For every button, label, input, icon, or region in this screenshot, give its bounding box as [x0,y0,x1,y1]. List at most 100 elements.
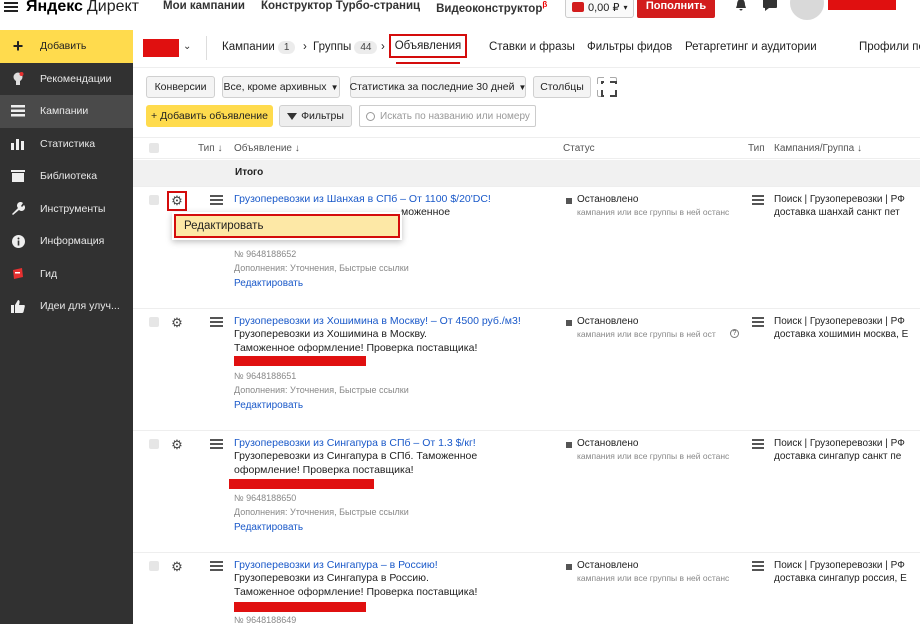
groups-count: 44 [354,41,378,54]
nav-my-campaigns[interactable]: Мои кампании [163,0,245,15]
status-sub: кампания или все группы в ней останс [577,207,730,217]
tab-retargeting[interactable]: Ретаргетинг и аудитории [685,41,817,53]
edit-link[interactable]: Редактировать [234,400,303,411]
sidebar-item-tools[interactable]: Инструменты [0,193,133,226]
sidebar-item-label: Информация [40,235,105,248]
row-checkbox[interactable] [149,439,159,449]
topup-button[interactable]: Пополнить [637,0,715,18]
status-sub: кампания или все группы в ней останс [577,573,730,583]
columns-button[interactable]: Столбцы [533,76,591,98]
gear-icon[interactable]: ⚙ [167,191,187,211]
thumbs-up-icon [10,298,26,314]
chat-icon[interactable] [762,0,778,12]
ad-title[interactable]: Грузоперевозки из Сингапура – в Россию! [234,559,438,571]
sidebar: + Добавить Рекомендации Кампании Статист… [0,30,133,624]
crumb-campaigns-label: Кампании [222,41,275,53]
fullscreen-icon[interactable] [597,77,617,97]
ad-text: Таможенное оформление! Проверка поставщи… [234,586,478,598]
balance-button[interactable]: 0,00 ₽ ▾ [565,0,635,18]
status-stopped-icon [566,198,572,204]
campaign-name[interactable]: Поиск | Грузоперевозки | РФ [774,193,920,206]
sidebar-item-label: Рекомендации [40,72,112,85]
sidebar-item-recommendations[interactable]: Рекомендации [0,63,133,96]
chevron-down-icon: ▾ [623,2,628,12]
period-dropdown[interactable]: Статистика за последние 30 дней ▼ [350,76,526,98]
status-label: Остановлено [577,438,639,449]
row-checkbox[interactable] [149,561,159,571]
campaigns-count: 1 [277,41,296,54]
header-status[interactable]: Статус [563,143,595,154]
search-field[interactable] [359,105,536,127]
add-ad-button[interactable]: + Добавить объявление [146,105,273,127]
chevron-down-icon: ▼ [518,82,527,92]
help-icon[interactable]: ? [730,329,739,338]
library-icon [10,168,26,184]
sidebar-item-label: Гид [40,267,58,280]
filters-button[interactable]: Фильтры [279,105,352,127]
header-type[interactable]: Тип ↓ [198,143,222,154]
archive-filter-dropdown[interactable]: Все, кроме архивных ▼ [222,76,340,98]
sidebar-item-label: Добавить [40,40,87,53]
row-checkbox[interactable] [149,317,159,327]
bell-icon[interactable] [734,0,748,12]
campaign-name[interactable]: Поиск | Грузоперевозки | РФ [774,559,920,572]
table-row: ⚙ Грузоперевозки из Шанхая в СПб – От 11… [133,186,920,308]
chevron-down-icon[interactable]: ⌄ [183,41,191,52]
group-name[interactable]: доставка сингапур санкт пе [774,450,920,463]
logo[interactable]: Яндекс Директ [26,0,139,16]
nav-video-builder[interactable]: Видеоконструкторβ [436,0,547,15]
ad-title[interactable]: Грузоперевозки из Хошимина в Москву! – О… [234,315,521,327]
edit-link[interactable]: Редактировать [234,522,303,533]
breadcrumb: ⌄ Кампании 1 › Группы 44 › Объявления Став… [133,30,920,68]
sidebar-item-ideas[interactable]: Идеи для улуч... [0,290,133,323]
conversions-button[interactable]: Конверсии [146,76,215,98]
sidebar-item-campaigns[interactable]: Кампании [0,95,133,128]
menu-item-edit[interactable]: Редактировать [174,214,400,238]
tab-bids-phrases[interactable]: Ставки и фразы [489,41,575,53]
nav-turbo-builder[interactable]: Конструктор Турбо-страниц [261,0,420,15]
username-redacted[interactable] [828,0,896,10]
gear-icon[interactable]: ⚙ [171,560,183,573]
crumb-groups[interactable]: Группы 44 [313,41,378,54]
avatar[interactable] [790,0,824,20]
header-ad[interactable]: Объявление ↓ [234,143,300,154]
ad-text: Грузоперевозки из Хошимина в Москву. [234,328,427,340]
row-checkbox[interactable] [149,195,159,205]
search-input[interactable] [380,110,530,122]
archive-filter-label: Все, кроме архивных [223,81,327,93]
campaign-selector-redacted[interactable] [143,39,179,57]
group-name[interactable]: доставка шанхай санкт пет [774,206,920,219]
sidebar-item-label: Инструменты [40,202,106,215]
sidebar-item-add[interactable]: + Добавить [0,30,133,63]
active-tab-underline [396,62,460,64]
ad-title[interactable]: Грузоперевозки из Шанхая в СПб – От 1100… [234,193,491,205]
header-campaign-group[interactable]: Кампания/Группа ↓ [774,143,862,154]
status-stopped-icon [566,442,572,448]
crumb-campaigns[interactable]: Кампании 1 [222,41,296,54]
status-stopped-icon [566,320,572,326]
ad-title[interactable]: Грузоперевозки из Сингапура в СПб – От 1… [234,437,476,449]
gear-icon[interactable]: ⚙ [171,316,183,329]
tab-profiles[interactable]: Профили пол [859,41,920,53]
sidebar-item-statistics[interactable]: Статистика [0,128,133,161]
status-label: Остановлено [577,194,639,205]
campaign-name[interactable]: Поиск | Грузоперевозки | РФ [774,437,920,450]
group-name[interactable]: доставка хошимин москва, Е [774,328,920,341]
bar-chart-icon [10,136,26,152]
sidebar-item-guide[interactable]: Гид [0,258,133,291]
redacted-text [234,602,366,612]
status-stopped-icon [566,564,572,570]
group-name[interactable]: доставка сингапур россия, Е [774,572,920,585]
text-ad-icon [210,195,223,205]
menu-icon[interactable] [4,0,18,14]
edit-link[interactable]: Редактировать [234,278,303,289]
tab-feed-filters[interactable]: Фильтры фидов [587,41,672,53]
total-row: Итого [133,160,920,186]
gear-icon[interactable]: ⚙ [171,438,183,451]
select-all-checkbox[interactable] [149,143,159,153]
header-type-2[interactable]: Тип [748,143,765,154]
sidebar-item-information[interactable]: Информация [0,225,133,258]
tab-ads[interactable]: Объявления [389,34,467,58]
campaign-name[interactable]: Поиск | Грузоперевозки | РФ [774,315,920,328]
sidebar-item-library[interactable]: Библиотека [0,160,133,193]
